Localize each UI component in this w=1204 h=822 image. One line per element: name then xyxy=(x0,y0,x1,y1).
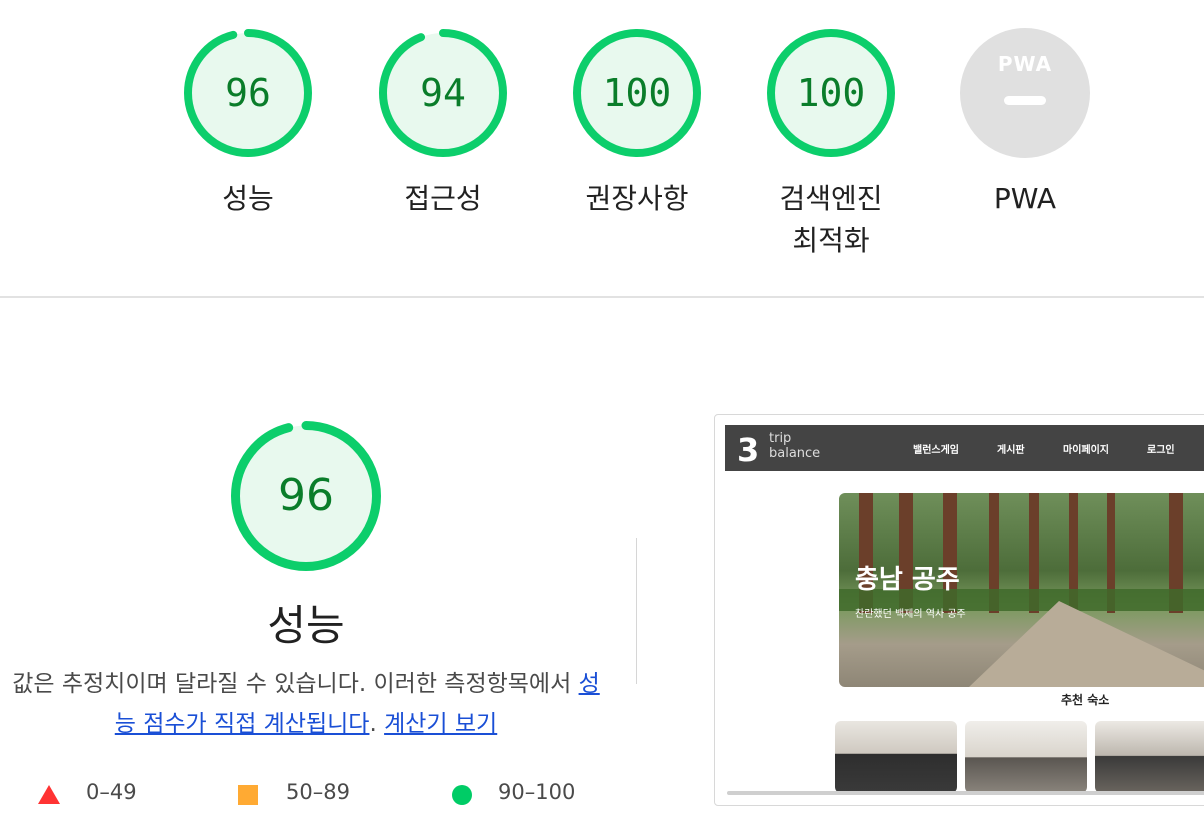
final-screenshot[interactable]: 3 trip balance 밸런스게임 게시판 마이페이지 로그인 충남 공주… xyxy=(714,414,1204,806)
gauge-label-line1: 검색엔진 xyxy=(779,182,883,215)
gauge-ring: 96 xyxy=(183,28,313,158)
pwa-dash-icon xyxy=(1004,96,1046,105)
room-thumbnail xyxy=(835,721,957,793)
gauge-label: 접근성 xyxy=(404,182,482,215)
site-logo-mark: 3 xyxy=(737,431,760,469)
gauge-accessibility[interactable]: 94 접근성 xyxy=(343,28,543,220)
horizontal-scrollbar[interactable] xyxy=(727,791,1204,795)
site-navbar: 3 trip balance 밸런스게임 게시판 마이페이지 로그인 xyxy=(725,425,1204,471)
gauge-pwa[interactable]: PWA PWA xyxy=(925,28,1125,220)
gauge-score: 100 xyxy=(602,71,672,115)
pwa-logo-icon: PWA xyxy=(997,52,1053,76)
vertical-divider xyxy=(636,538,637,684)
gauge-score: 94 xyxy=(420,71,466,115)
gauge-performance[interactable]: 96 성능 xyxy=(148,28,348,220)
section-divider xyxy=(0,296,1204,298)
site-nav-item: 게시판 xyxy=(997,445,1025,456)
performance-description: 값은 추정치이며 달라질 수 있습니다. 이러한 측정항목에서 성능 점수가 직… xyxy=(10,664,602,744)
performance-title: 성능 xyxy=(267,601,345,650)
legend-average: 50–89 xyxy=(286,780,350,804)
pass-circle-icon xyxy=(452,785,472,805)
room-thumbnail xyxy=(965,721,1087,793)
site-logo-line1: trip xyxy=(769,431,792,446)
gauge-score: 100 xyxy=(796,71,866,115)
description-text: 값은 추정치이며 달라질 수 있습니다. 이러한 측정항목에서 xyxy=(12,671,579,697)
room-thumbnail xyxy=(1095,721,1204,793)
site-nav-item: 로그인 xyxy=(1147,445,1175,456)
description-separator: . xyxy=(369,711,385,737)
gauge-ring: 100 xyxy=(572,28,702,158)
performance-score: 96 xyxy=(278,470,334,521)
legend-pass: 90–100 xyxy=(498,780,576,804)
hero-title: 충남 공주 xyxy=(855,565,960,595)
site-nav-item: 밸런스게임 xyxy=(913,445,959,456)
calculator-link[interactable]: 계산기 보기 xyxy=(384,711,497,737)
hero-image: 충남 공주 찬란했던 백제의 역사 공주 xyxy=(839,493,1204,687)
gauge-label: 성능 xyxy=(222,182,274,215)
gauge-ring: PWA xyxy=(960,28,1090,158)
legend-fail: 0–49 xyxy=(86,780,137,804)
gauge-ring: 94 xyxy=(378,28,508,158)
gauge-label: 권장사항 xyxy=(585,182,689,215)
site-nav-item: 마이페이지 xyxy=(1063,445,1109,456)
gauge-ring: 100 xyxy=(766,28,896,158)
fail-triangle-icon xyxy=(38,785,60,804)
pwa-disc xyxy=(960,28,1090,158)
gauge-label: PWA xyxy=(993,182,1057,215)
gauge-label: 검색엔진 최적화 xyxy=(731,178,931,262)
site-logo-text: trip balance xyxy=(769,431,820,461)
average-square-icon xyxy=(238,785,258,805)
gauge-best-practices[interactable]: 100 권장사항 xyxy=(537,28,737,220)
site-logo-line2: balance xyxy=(769,446,821,461)
gauge-score: 96 xyxy=(225,71,271,115)
gauge-seo[interactable]: 100 검색엔진 최적화 xyxy=(731,28,931,262)
gauge-label-line2: 최적화 xyxy=(792,224,870,257)
recommended-title: 추천 숙소 xyxy=(1061,693,1110,707)
performance-gauge: 96 xyxy=(230,420,382,572)
hero-subtitle: 찬란했던 백제의 역사 공주 xyxy=(855,609,966,620)
walking-path xyxy=(969,601,1204,687)
